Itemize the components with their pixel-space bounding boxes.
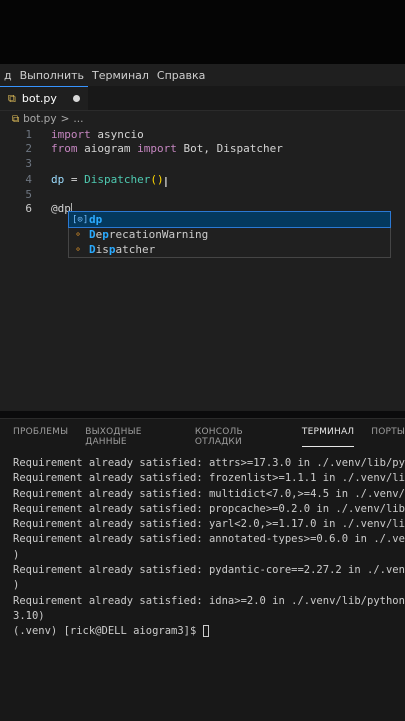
suggestion-text: e [95,228,103,241]
terminal-line-text: ) [13,579,20,592]
code-token: () [150,173,164,186]
line-number: 4 [25,173,32,186]
terminal-line: ) [13,578,405,593]
unsaved-dot-icon[interactable] [73,95,80,102]
suggestion-text: recationWarning [108,228,209,241]
code-text[interactable]: from aiogram import Bot, Dispatcher [51,141,283,156]
code-line[interactable]: 2 from aiogram import Bot, Dispatcher [0,141,405,156]
code-token: import [137,142,177,155]
terminal-line: Requirement already satisfied: idna>=2.0… [13,594,405,609]
class-icon: ⚬ [74,244,82,255]
terminal-line-text: Requirement already satisfied: frozenlis… [13,472,405,485]
terminal-line: (.venv) [rick@DELL aiogram3]$ [13,624,405,639]
class-icon: ⚬ [74,229,82,240]
terminal-line: ) [13,548,405,563]
terminal-line-text: Requirement already satisfied: attrs>=17… [13,457,405,469]
menu-item[interactable]: Выполнить [16,69,88,82]
code-token: Bot, Dispatcher [176,142,283,155]
code-token: = [64,173,85,186]
code-token: import [51,128,91,141]
text-cursor-icon: I [164,176,168,191]
code-line[interactable]: 4 dp = Dispatcher() [0,172,405,187]
panel-tab[interactable]: ВЫХОДНЫЕ ДАННЫЕ [85,427,178,447]
suggestion-item[interactable]: [⊙] dp [68,211,391,228]
terminal-line-text: Requirement already satisfied: propcache… [13,502,405,515]
code-line[interactable]: 5 [0,187,405,202]
terminal-output[interactable]: Requirement already satisfied: attrs>=17… [13,456,405,640]
terminal-line: Requirement already satisfied: yarl<2.0,… [13,517,405,532]
terminal-line: Requirement already satisfied: annotated… [13,532,405,547]
breadcrumb-file[interactable]: bot.py [23,113,56,125]
menu-item[interactable]: д [0,69,16,82]
suggestion-item[interactable]: ⚬ De p recationWarning [69,227,390,242]
autocomplete-widget[interactable]: [⊙] dp ⚬ De p recationWarning ⚬ Dis p atcher [68,211,391,258]
menu-item[interactable]: Терминал [88,69,153,82]
terminal-line: 3.10) [13,609,405,624]
panel-tab[interactable]: КОНСОЛЬ ОТЛАДКИ [195,427,285,447]
code-text[interactable]: dp = Dispatcher() [51,172,164,187]
line-number: 1 [25,128,32,141]
suggestion-text: dp [89,213,103,226]
suggestion-text: atcher [115,243,156,256]
panel-tab[interactable]: ПРОБЛЕМЫ [13,427,68,447]
line-number: 6 [25,202,32,215]
suggestion-text: is [95,243,109,256]
panel-tabs: ПРОБЛЕМЫ ВЫХОДНЫЕ ДАННЫЕ КОНСОЛЬ ОТЛАДКИ ТЕ… [13,427,405,447]
breadcrumb-separator: > [60,113,70,125]
editor-tab-bar: ⧉ bot.py [0,86,405,111]
code-token: dp [51,173,65,186]
tab-label: bot.py [21,92,57,105]
python-file-icon: ⧉ [8,91,16,105]
code-editor[interactable]: ⧉ bot.py > ... 1 import asyncio 2 from aiog… [0,111,405,411]
suggestion-item[interactable]: ⚬ Dis p atcher [69,242,390,257]
bottom-panel: ПРОБЛЕМЫ ВЫХОДНЫЕ ДАННЫЕ КОНСОЛЬ ОТЛАДКИ ТЕ… [0,418,405,721]
menu-item[interactable]: Справка [153,69,209,82]
code-token: from [51,142,78,155]
terminal-line-text: Requirement already satisfied: multidict… [13,487,405,500]
terminal-line-text: Requirement already satisfied: yarl<2.0,… [13,518,405,531]
suggestion-text: D [89,243,96,256]
python-file-icon: ⧉ [12,113,20,125]
terminal-line: Requirement already satisfied: pydantic-… [13,563,405,578]
terminal-line-text: Requirement already satisfied: pydantic-… [13,564,405,577]
terminal-line: Requirement already satisfied: frozenlis… [13,471,405,486]
line-number: 2 [25,142,32,155]
terminal-line-text: (.venv) [rick@DELL aiogram3]$ [13,625,203,638]
suggestion-text: D [89,228,96,241]
code-line[interactable]: 3 [0,156,405,171]
line-number: 5 [25,188,32,201]
code-token: Dispatcher [84,173,151,186]
video-letterbox-top [0,0,405,64]
terminal-line-text: 3.10) [13,609,45,622]
terminal-line: Requirement already satisfied: attrs>=17… [13,456,405,471]
tab-bot-py[interactable]: ⧉ bot.py [0,86,88,110]
suggestion-text: p [102,228,109,241]
breadcrumb-symbols[interactable]: ... [73,113,83,125]
code-token: aiogram [77,142,138,155]
line-number: 3 [25,157,32,170]
terminal-line: Requirement already satisfied: propcache… [13,502,405,517]
code-token: asyncio [90,128,144,141]
suggestion-text: p [108,243,116,256]
panel-tab[interactable]: ТЕРМИНАЛ [301,427,355,447]
breadcrumb: ⧉ bot.py > ... [12,113,83,125]
terminal-cursor [202,625,209,638]
variable-icon: [⊙] [72,214,89,225]
code-text[interactable]: import asyncio [51,127,144,142]
panel-tab[interactable]: ПОРТЫ [371,427,405,447]
code-line[interactable]: 1 import asyncio [0,127,405,142]
terminal-line: Requirement already satisfied: multidict… [13,487,405,502]
terminal-line-text: Requirement already satisfied: annotated… [13,533,405,546]
menu-bar: д Выполнить Терминал Справка [0,64,405,86]
terminal-line-text: ) [13,548,20,561]
terminal-line-text: Requirement already satisfied: idna>=2.0… [13,594,405,607]
